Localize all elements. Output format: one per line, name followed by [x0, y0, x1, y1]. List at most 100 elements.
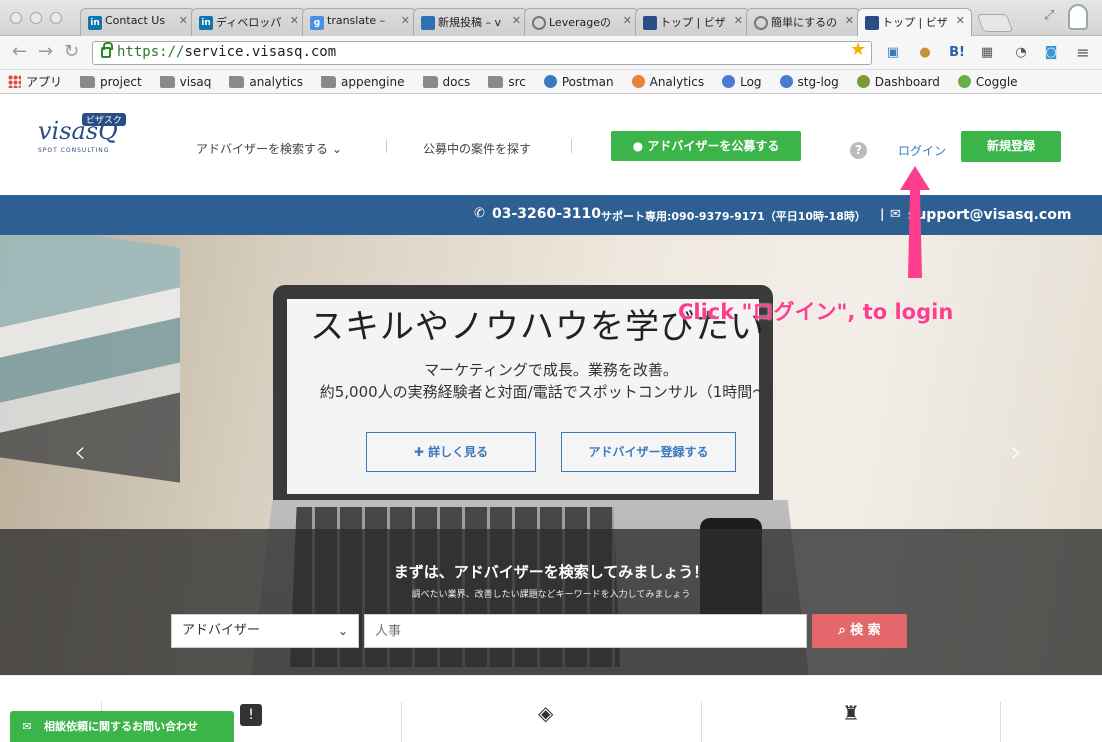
- column-divider: [401, 702, 402, 742]
- envelope-icon: ✉: [22, 720, 32, 733]
- browser-tab-title: 簡単にするの: [771, 16, 838, 29]
- bookmark-item[interactable]: analytics: [229, 75, 303, 89]
- screenshot-extension-icon[interactable]: ▣: [884, 44, 902, 62]
- login-link[interactable]: ログイン: [898, 142, 946, 159]
- bookmark-item[interactable]: src: [488, 75, 526, 89]
- visasq-favicon-icon: [643, 16, 657, 30]
- chevron-down-icon: ⌄: [331, 142, 342, 156]
- nav-find-projects[interactable]: 公募中の案件を探す: [423, 140, 531, 157]
- annotation-text: Click "ログイン", to login: [678, 300, 954, 324]
- bookmark-item[interactable]: Postman: [543, 75, 614, 89]
- bookmark-item[interactable]: アプリ: [8, 73, 62, 90]
- help-icon[interactable]: ?: [850, 142, 867, 159]
- camera-extension-icon[interactable]: ◙: [1042, 44, 1060, 62]
- person-icon: ♜: [842, 701, 860, 725]
- tab-close-icon[interactable]: ✕: [623, 14, 632, 27]
- browser-tab[interactable]: トップ | ビザ ✕: [635, 8, 750, 36]
- chat-bubble-icon: ●: [632, 139, 644, 153]
- bookmark-label: Analytics: [649, 74, 705, 89]
- phone-icon: ✆: [474, 206, 485, 221]
- carousel-prev-icon[interactable]: ‹: [74, 435, 86, 470]
- url-host: service.visasq.com: [184, 44, 337, 60]
- window-zoom-button[interactable]: [50, 12, 62, 24]
- browser-tabbar: in Contact Us ✕ in ディベロッパ ✕ g translate – ✕ 新規投稿…: [0, 0, 1102, 36]
- tab-close-icon[interactable]: ✕: [845, 14, 854, 27]
- browser-tab[interactable]: in ディベロッパ ✕: [191, 8, 306, 36]
- details-label: 詳しく見る: [428, 445, 489, 459]
- advisor-register-button[interactable]: アドバイザー登録する: [561, 432, 736, 472]
- tab-close-icon[interactable]: ✕: [179, 14, 188, 27]
- bookmark-label: analytics: [249, 74, 303, 89]
- post-advisor-label: アドバイザーを公募する: [647, 139, 780, 153]
- search-input[interactable]: [364, 614, 807, 648]
- support-phone: サポート専用:090-9379-9171（平日10時-18時）: [601, 210, 866, 223]
- browser-tab[interactable]: g translate – ✕: [302, 8, 417, 36]
- menu-icon[interactable]: ≡: [1074, 44, 1092, 62]
- hatena-bookmark-icon[interactable]: B!: [948, 44, 966, 62]
- bookmark-label: src: [508, 74, 526, 89]
- signup-button[interactable]: 新規登録: [961, 131, 1061, 162]
- new-tab-button[interactable]: [976, 14, 1014, 32]
- window-minimize-button[interactable]: [30, 12, 42, 24]
- bookmark-item[interactable]: stg-log: [779, 75, 839, 89]
- bookmark-item[interactable]: Coggle: [957, 74, 1018, 89]
- tab-close-icon[interactable]: ✕: [401, 14, 410, 27]
- folder-icon: [488, 75, 504, 88]
- visasq-favicon-icon: [865, 16, 879, 30]
- exclamation-icon: !: [240, 704, 262, 726]
- g-favicon-icon: g: [310, 16, 324, 30]
- carousel-next-icon[interactable]: ›: [1010, 435, 1022, 470]
- folder-icon: [159, 75, 175, 88]
- bookmarks-bar: アプリ project visaq analytics appengine docs src…: [0, 70, 1102, 94]
- bookmark-item[interactable]: visaq: [159, 75, 211, 89]
- tab-close-icon[interactable]: ✕: [290, 14, 299, 27]
- bookmark-label: アプリ: [26, 75, 63, 89]
- qr-code-icon[interactable]: ▦: [978, 44, 996, 62]
- details-button[interactable]: ✚ 詳しく見る: [366, 432, 536, 472]
- timer-extension-icon[interactable]: ◔: [1012, 44, 1030, 62]
- post-advisor-button[interactable]: ● アドバイザーを公募する: [611, 131, 801, 161]
- search-button[interactable]: ⌕ 検 索: [812, 614, 907, 648]
- bookmark-star-icon[interactable]: ★: [850, 39, 866, 60]
- hero-subtitle-2: 約5,000人の実務経験者と対面/電話でスポットコンサル（1時間〜）: [319, 383, 783, 401]
- hero-subtitle-1: マーケティングで成長。業務を改善。: [424, 361, 678, 379]
- fullscreen-icon[interactable]: ⤢: [1044, 8, 1054, 23]
- window-close-button[interactable]: [10, 12, 22, 24]
- inquiry-chat-label: 相談依頼に関するお問い合わせ: [44, 720, 198, 733]
- tab-close-icon[interactable]: ✕: [956, 14, 965, 27]
- browser-tab[interactable]: 簡単にするの ✕: [746, 8, 861, 36]
- back-arrow-icon[interactable]: ←: [12, 42, 27, 62]
- address-bar[interactable]: https://service.visasq.com: [92, 41, 872, 65]
- nav-search-advisor-label: アドバイザーを検索する: [196, 142, 329, 156]
- reload-icon[interactable]: ↻: [64, 42, 79, 62]
- browser-tab[interactable]: Leverageの ✕: [524, 8, 639, 36]
- bookmark-label: Dashboard: [874, 74, 940, 89]
- bookmark-item[interactable]: Analytics: [631, 74, 705, 89]
- search-type-select[interactable]: アドバイザー ⌄: [171, 614, 359, 648]
- bookmark-item[interactable]: Log: [722, 75, 762, 89]
- bookmark-item[interactable]: docs: [422, 75, 470, 89]
- forward-arrow-icon[interactable]: →: [38, 42, 53, 62]
- cookie-extension-icon[interactable]: ●: [916, 44, 934, 62]
- browser-tab-title: トップ | ビザ: [882, 16, 948, 29]
- visasq-logo[interactable]: visasQ ビザスク SPOT CONSULTING: [38, 113, 148, 167]
- logo-subtitle: SPOT CONSULTING: [38, 147, 110, 154]
- inquiry-chat-button[interactable]: ✉ 相談依頼に関するお問い合わせ: [10, 711, 234, 742]
- logo-tag: ビザスク: [82, 113, 126, 126]
- bookmark-item[interactable]: project: [80, 75, 142, 89]
- dashboard-icon: [856, 75, 870, 88]
- tab-close-icon[interactable]: ✕: [512, 14, 521, 27]
- bookmark-item[interactable]: appengine: [320, 75, 405, 89]
- browser-tab[interactable]: 新規投稿 – v ✕: [413, 8, 528, 36]
- chevron-down-icon: ⌄: [337, 624, 348, 638]
- bookmark-item[interactable]: Dashboard: [856, 74, 940, 89]
- browser-tab[interactable]: トップ | ビザ ✕: [857, 8, 972, 36]
- profile-icon[interactable]: [1068, 4, 1088, 30]
- bookmark-label: project: [100, 74, 142, 89]
- bookmark-label: Coggle: [975, 74, 1018, 89]
- nav-search-advisor[interactable]: アドバイザーを検索する ⌄: [196, 140, 342, 157]
- search-type-value: アドバイザー: [182, 623, 261, 638]
- folder-icon: [229, 75, 245, 88]
- browser-tab[interactable]: in Contact Us ✕: [80, 8, 195, 36]
- tab-close-icon[interactable]: ✕: [734, 14, 743, 27]
